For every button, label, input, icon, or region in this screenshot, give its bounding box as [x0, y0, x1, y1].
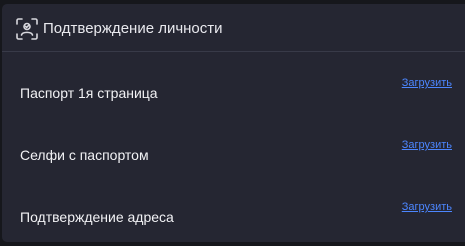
document-label: Подтверждение адреса	[20, 209, 174, 225]
document-row-selfie: Селфи с паспортом Загрузить	[2, 135, 465, 175]
document-label: Селфи с паспортом	[20, 147, 149, 163]
upload-link-passport[interactable]: Загрузить	[402, 76, 452, 90]
document-row-address: Подтверждение адреса Загрузить	[2, 197, 465, 237]
identity-verification-panel: Подтверждение личности Паспорт 1я страни…	[2, 4, 465, 242]
document-row-passport: Паспорт 1я страница Загрузить	[2, 73, 465, 113]
panel-header: Подтверждение личности	[2, 4, 465, 52]
document-label: Паспорт 1я страница	[20, 85, 158, 101]
upload-link-address[interactable]: Загрузить	[402, 200, 452, 214]
panel-title: Подтверждение личности	[43, 20, 223, 37]
upload-link-selfie[interactable]: Загрузить	[402, 138, 452, 152]
identity-scan-icon	[16, 18, 38, 40]
